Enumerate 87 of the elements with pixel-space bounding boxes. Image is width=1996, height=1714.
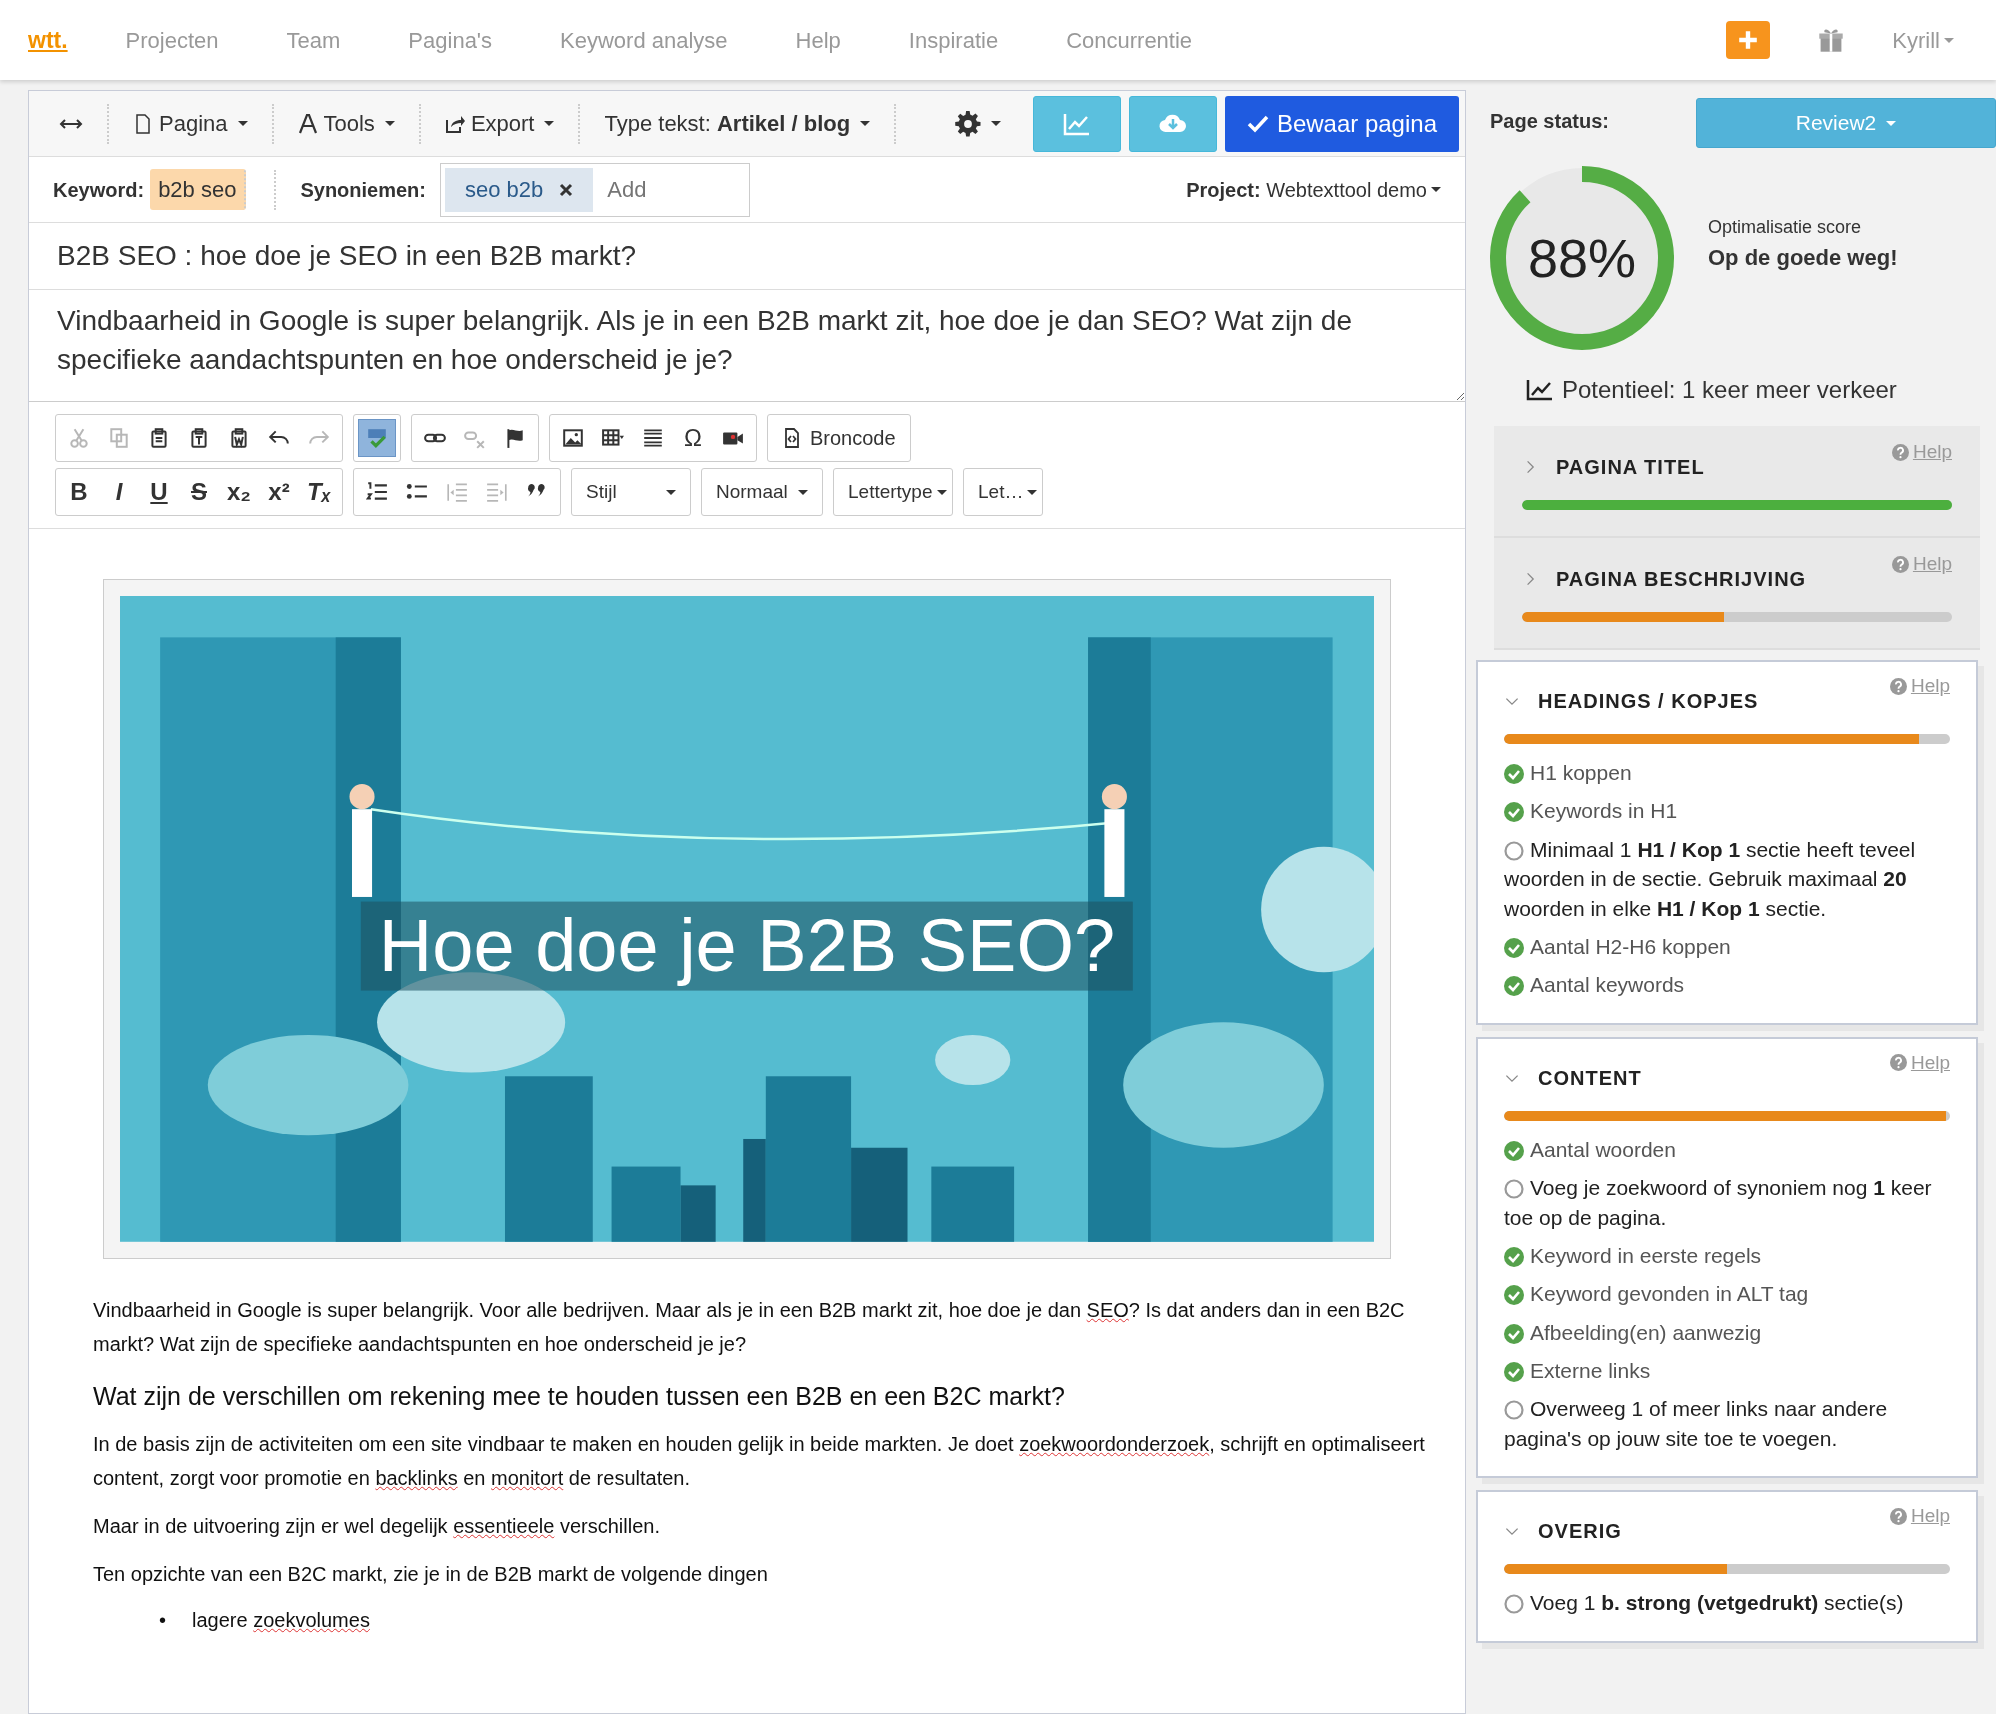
check-item: Aantal woorden <box>1504 1134 1950 1165</box>
format-button[interactable]: x² <box>260 473 298 511</box>
synonyms-label: Synoniemen: <box>300 177 426 203</box>
check-item: H1 koppen <box>1504 758 1950 788</box>
paragraph: Vindbaarheid in Google is super belangrijk. Voor alle bedrijven. Maar als je in een B2B markt zit, hoe doe je dan SEO? Is dat anders dan in een B2C markt? Wat zijn de specifieke aandachtspunten en hoe onderscheid je je? <box>93 1297 1406 1357</box>
download-button[interactable] <box>1128 95 1217 152</box>
format-button[interactable]: Tₓ <box>300 473 338 511</box>
copy-icon <box>108 427 130 449</box>
code-file-icon <box>782 428 802 448</box>
section-title[interactable]: PAGINA BESCHRIJVING <box>1556 558 1807 594</box>
spell-icon <box>366 427 388 449</box>
format-button[interactable]: S <box>180 473 218 511</box>
symbol-button[interactable]: Ω <box>674 419 712 457</box>
export-menu[interactable]: Export <box>420 103 581 144</box>
help-icon <box>1889 1054 1907 1072</box>
check-item: Aantal keywords <box>1504 970 1950 1000</box>
line-chart-icon <box>1062 111 1091 136</box>
check-item: Keyword gevonden in ALT tag <box>1504 1279 1950 1309</box>
file-icon <box>133 112 153 135</box>
section-title[interactable]: OVERIG <box>1538 1510 1622 1547</box>
help-icon <box>1891 555 1909 573</box>
check-item: Afbeelding(en) aanwezig <box>1504 1317 1950 1348</box>
format-dropdown[interactable]: Stijl <box>571 468 691 516</box>
score-value: 88% <box>1527 231 1637 285</box>
paragraph: In de basis zijn de activiteiten om een site vindbaar te maken en houden gelijk in beide markten. Je doet zoekwoordonderzoek, schrijft en optimaliseert content, zorgt voor promotie en backlinks en monitort de resultaten. <box>93 1431 1425 1491</box>
table-icon <box>602 427 624 449</box>
check-item: Overweeg 1 of meer links naar andere pagina's op jouw site toe te voegen. <box>1504 1396 1889 1452</box>
traffic-potential: Potentieel: 1 keer meer verkeer <box>1562 375 1897 405</box>
check-item: Keywords in H1 <box>1504 796 1950 826</box>
hr-icon <box>642 427 664 449</box>
section-title[interactable]: HEADINGS / KOPJES <box>1538 680 1759 716</box>
pastetext-icon <box>188 427 210 449</box>
format-dropdown[interactable]: Normaal <box>701 468 823 516</box>
check-icon <box>1246 113 1269 134</box>
heading: Wat zijn de verschillen om rekening mee te houden tussen een B2B en een B2C markt? <box>93 1380 1066 1411</box>
list-item-text: lagere zoekvolumes <box>192 1608 370 1631</box>
bullet: • <box>159 1608 166 1631</box>
format-dropdown[interactable]: Lettertype <box>833 468 953 516</box>
score-verdict: Op de goede weg! <box>1708 244 1898 272</box>
banner-heading: Hoe doe je B2B SEO? <box>360 901 1134 991</box>
settings-icon <box>954 110 981 137</box>
paragraph: Ten opzichte van een B2C markt, zie je in de B2B markt de volgende dingen <box>93 1561 769 1587</box>
status-label: Page status: <box>1490 109 1609 134</box>
chart-button[interactable] <box>1032 95 1121 152</box>
check-item: Aantal H2-H6 koppen <box>1504 931 1950 962</box>
flag-icon <box>504 427 526 449</box>
format-button[interactable]: x₂ <box>220 473 258 511</box>
outdent-icon <box>446 481 468 503</box>
source-button[interactable]: Broncode <box>772 419 906 457</box>
page-menu[interactable]: Pagina <box>109 103 274 144</box>
paste-icon <box>148 427 170 449</box>
help-icon <box>1889 1508 1907 1525</box>
gift-icon <box>1818 27 1845 53</box>
check-item: Keyword in eerste regels <box>1504 1240 1950 1271</box>
help-icon <box>1889 677 1907 695</box>
check-item: Voeg je zoekwoord of synoniem nog 1 keer toe op de pagina. <box>1504 1175 1933 1231</box>
paragraph: Maar in de uitvoering zijn er wel degelijk essentieele verschillen. <box>93 1513 661 1539</box>
keyword-tag: b2b seo <box>150 169 247 210</box>
check-item: Minimaal 1 H1 / Kop 1 sectie heeft teveel woorden in de sectie. Gebruik maximaal 20 woorden in elke H1 / Kop 1 sectie. <box>1504 836 1917 922</box>
format-button[interactable]: B <box>60 473 98 511</box>
score-label: Optimalisatie score <box>1708 216 1863 239</box>
check-item: Voeg 1 b. strong (vetgedrukt) sectie(s) <box>1504 1588 1950 1618</box>
format-button[interactable]: U <box>140 473 178 511</box>
arrows-icon <box>59 116 83 131</box>
ol-icon <box>366 481 388 503</box>
keyword-label: Keyword: <box>53 177 145 203</box>
check-item: Externe links <box>1504 1356 1950 1386</box>
gift-button[interactable] <box>1818 27 1845 53</box>
plus-icon <box>1737 29 1760 51</box>
font-icon <box>297 113 318 134</box>
image-icon <box>562 427 584 449</box>
cut-icon <box>68 427 90 449</box>
save-button[interactable]: Bewaar pagina <box>1224 95 1459 152</box>
format-dropdown[interactable]: Let… <box>963 468 1043 516</box>
format-button[interactable]: I <box>100 473 138 511</box>
pasteword-icon <box>228 427 250 449</box>
add-button[interactable] <box>1726 21 1771 59</box>
project-menu[interactable]: Project: Webtexttool demo <box>1186 174 1441 205</box>
text-type-menu[interactable]: Type tekst: Artikel / blog <box>580 103 897 144</box>
tools-menu[interactable]: Tools <box>273 103 421 144</box>
help-icon <box>1891 443 1909 461</box>
trend-icon <box>1526 379 1554 401</box>
indent-icon <box>486 481 508 503</box>
synonym-tag: seo b2b <box>445 167 594 212</box>
section-title[interactable]: PAGINA TITEL <box>1556 446 1705 482</box>
remove-icon <box>559 182 574 197</box>
section-title[interactable]: CONTENT <box>1538 1056 1642 1093</box>
